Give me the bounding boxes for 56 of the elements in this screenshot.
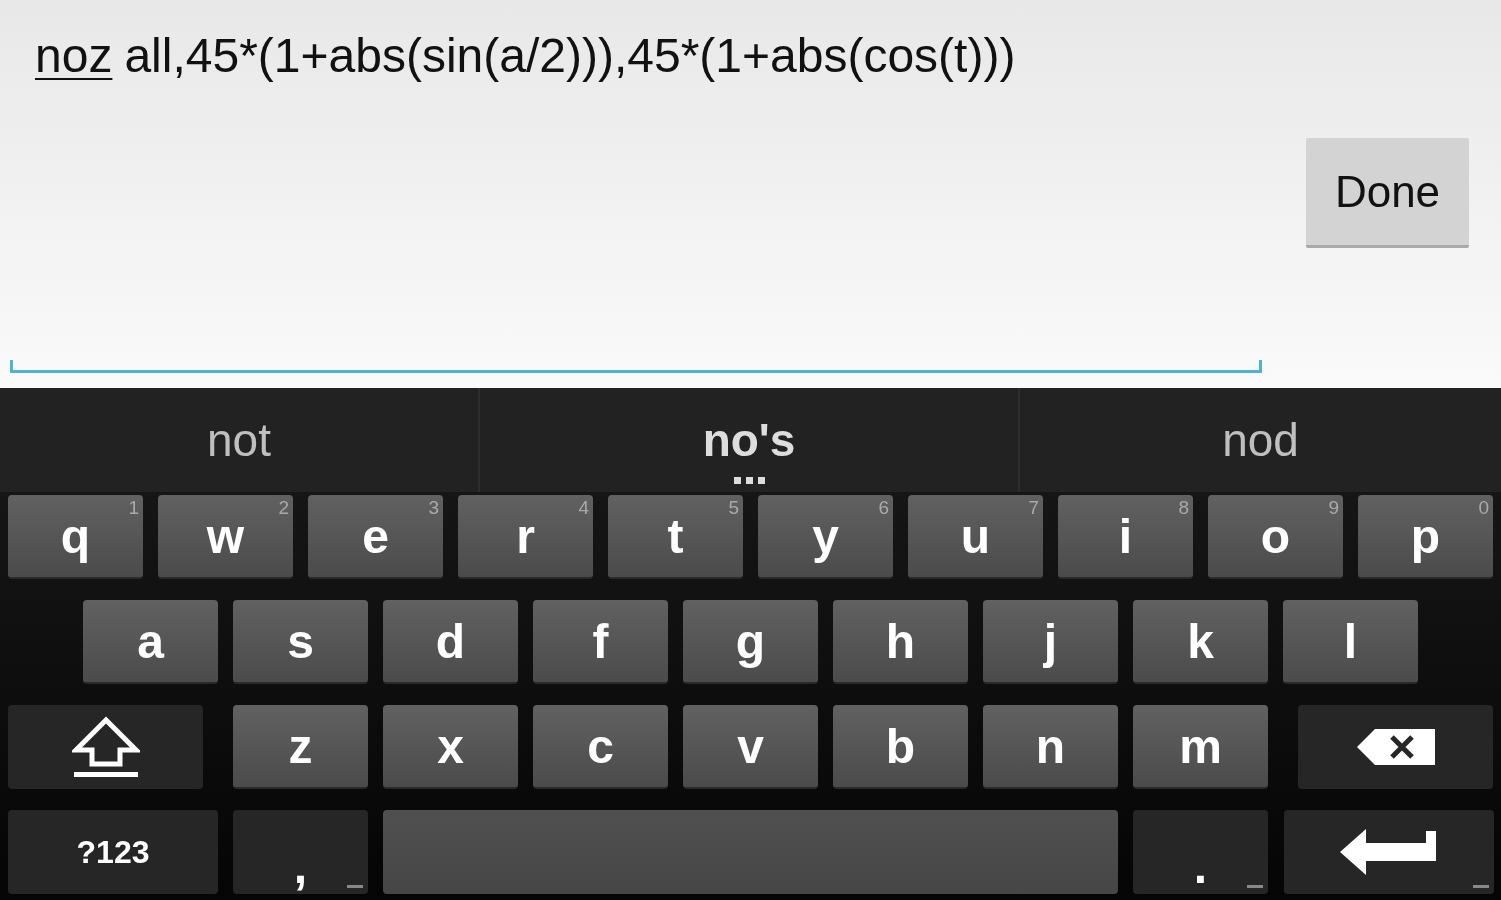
shift-icon — [71, 716, 140, 778]
key[interactable]: z — [233, 705, 368, 789]
suggestion[interactable]: nod — [1020, 388, 1501, 492]
symbols-key[interactable]: ?123 — [8, 810, 218, 894]
key-hint: 0 — [1478, 497, 1489, 519]
more-dots-icon — [733, 477, 765, 484]
key[interactable]: f — [533, 600, 668, 684]
key[interactable]: l — [1283, 600, 1418, 684]
key[interactable]: g — [683, 600, 818, 684]
key-hint: 1 — [128, 497, 139, 519]
key[interactable]: d — [383, 600, 518, 684]
key[interactable]: x — [383, 705, 518, 789]
key[interactable]: h — [833, 600, 968, 684]
key-hint: 8 — [1178, 497, 1189, 519]
suggestion[interactable]: no's — [480, 388, 1020, 492]
enter-key[interactable] — [1284, 810, 1494, 894]
key[interactable]: j — [983, 600, 1118, 684]
key[interactable]: r 4 — [458, 495, 593, 579]
enter-icon — [1340, 829, 1438, 875]
key-hint: 5 — [728, 497, 739, 519]
shift-key[interactable] — [8, 705, 203, 789]
key[interactable]: n — [983, 705, 1118, 789]
key-hint: 6 — [878, 497, 889, 519]
key-hint: 4 — [578, 497, 589, 519]
key[interactable]: p 0 — [1358, 495, 1493, 579]
key[interactable]: w 2 — [158, 495, 293, 579]
key[interactable]: b — [833, 705, 968, 789]
key[interactable]: v — [683, 705, 818, 789]
composing-word: noz — [35, 28, 113, 83]
key[interactable]: e 3 — [308, 495, 443, 579]
key[interactable]: k — [1133, 600, 1268, 684]
input-text: all,45*(1+abs(sin(a/2))),45*(1+abs(cos(t))) — [124, 28, 1016, 83]
backspace-key[interactable] — [1298, 705, 1493, 789]
key[interactable]: a — [83, 600, 218, 684]
backspace-icon — [1356, 729, 1435, 765]
key-hint: 3 — [428, 497, 439, 519]
key[interactable]: o 9 — [1208, 495, 1343, 579]
more-icon — [1247, 885, 1263, 888]
key[interactable]: t 5 — [608, 495, 743, 579]
key-hint: 2 — [278, 497, 289, 519]
key[interactable]: i 8 — [1058, 495, 1193, 579]
key[interactable]: q 1 — [8, 495, 143, 579]
key[interactable]: . — [1133, 810, 1268, 894]
suggestion[interactable]: not — [0, 388, 480, 492]
key[interactable]: c — [533, 705, 668, 789]
key[interactable]: s — [233, 600, 368, 684]
key-hint: 9 — [1328, 497, 1339, 519]
key[interactable]: u 7 — [908, 495, 1043, 579]
done-button[interactable]: Done — [1306, 138, 1469, 248]
key[interactable]: y 6 — [758, 495, 893, 579]
text-input-field[interactable]: noz all,45*(1+abs(sin(a/2))),45*(1+abs(cos(t))) — [10, 28, 1262, 373]
key[interactable]: m — [1133, 705, 1268, 789]
more-icon — [347, 885, 363, 888]
key-hint: 7 — [1028, 497, 1039, 519]
more-icon — [1473, 885, 1489, 888]
key[interactable]: , — [233, 810, 368, 894]
